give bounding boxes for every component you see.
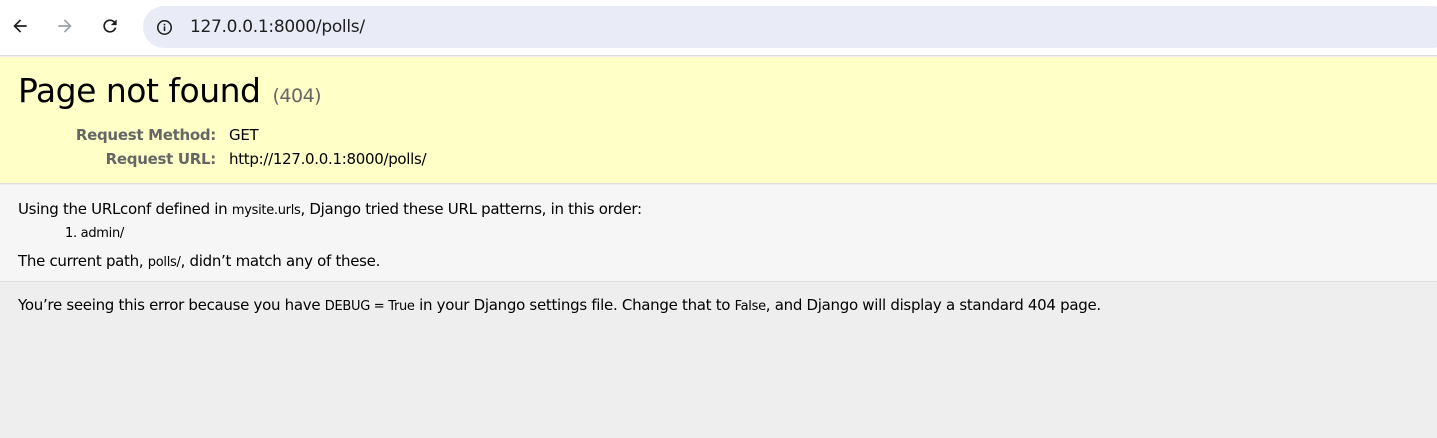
reload-button[interactable] xyxy=(94,10,126,42)
debug-sentence: You’re seeing this error because you hav… xyxy=(18,296,1101,314)
current-path-sentence: The current path, polls/, didn’t match a… xyxy=(18,252,380,270)
urlconf-suffix: , Django tried these URL patterns, in th… xyxy=(300,200,643,218)
debug-part2: in your Django settings file. Change tha… xyxy=(414,296,735,314)
reload-icon xyxy=(103,19,117,33)
error-summary: Page not found (404) Request Method: GET… xyxy=(0,57,1437,184)
forward-button[interactable] xyxy=(49,10,81,42)
request-method-value: GET xyxy=(229,126,259,144)
request-url-value: http://127.0.0.1:8000/polls/ xyxy=(229,150,427,168)
arrow-left-icon xyxy=(13,19,27,33)
urlconf-module: mysite.urls xyxy=(231,203,301,218)
current-path-prefix: The current path, xyxy=(18,252,148,270)
page-title-text: Page not found xyxy=(18,71,261,110)
debug-part1: You’re seeing this error because you hav… xyxy=(18,296,325,314)
site-info-button[interactable] xyxy=(152,15,176,39)
current-path-value: polls/ xyxy=(147,255,181,270)
request-method-label: Request Method: xyxy=(75,126,216,144)
url-text[interactable]: 127.0.0.1:8000/polls/ xyxy=(190,17,365,37)
current-path-suffix: , didn’t match any of these. xyxy=(180,252,381,270)
debug-setting: DEBUG = True xyxy=(324,299,415,314)
back-button[interactable] xyxy=(4,10,36,42)
urlconf-sentence: Using the URLconf defined in mysite.urls… xyxy=(18,200,642,218)
page-title: Page not found (404) xyxy=(18,71,322,110)
url-pattern-text: admin/ xyxy=(80,226,125,241)
urlconf-info: Using the URLconf defined in mysite.urls… xyxy=(0,185,1437,282)
browser-toolbar: 127.0.0.1:8000/polls/ xyxy=(0,0,1437,56)
request-url-label: Request URL: xyxy=(105,150,217,168)
url-pattern-list: 1. admin/ xyxy=(65,226,124,241)
false-value: False xyxy=(734,299,766,314)
arrow-right-icon xyxy=(58,19,72,33)
debug-part3: , and Django will display a standard 404… xyxy=(765,296,1101,314)
address-bar[interactable]: 127.0.0.1:8000/polls/ xyxy=(143,6,1437,48)
urlconf-prefix: Using the URLconf defined in xyxy=(18,200,232,218)
url-pattern-item: 1. admin/ xyxy=(65,226,124,241)
info-circle-icon xyxy=(156,19,172,35)
debug-explanation: You’re seeing this error because you hav… xyxy=(0,283,1437,438)
status-code: (404) xyxy=(272,85,322,107)
url-pattern-number: 1. xyxy=(65,226,77,241)
